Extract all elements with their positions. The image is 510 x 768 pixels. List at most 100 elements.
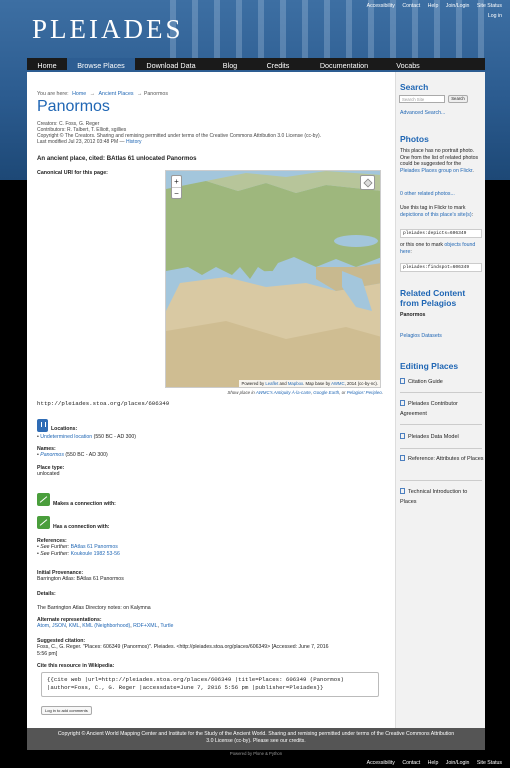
nav-download-data[interactable]: Download Data: [135, 58, 207, 70]
site-status-link[interactable]: Site Status: [477, 3, 502, 9]
canonical-uri[interactable]: http://pleiades.stoa.org/places/606349: [37, 400, 169, 407]
search-button[interactable]: Search: [448, 95, 468, 103]
data-model-link[interactable]: Pleiades Data Model: [400, 433, 484, 443]
references-section: References: • See Further: BAtlas 61 Pan…: [37, 538, 120, 557]
attributes-reference-link[interactable]: Reference: Attributes of Places: [400, 455, 484, 465]
connection-icon: [37, 516, 50, 529]
help-link[interactable]: Help: [428, 3, 439, 9]
nav-home[interactable]: Home: [27, 58, 67, 70]
site-status-link[interactable]: Site Status: [477, 760, 502, 766]
map-basemap: [166, 171, 380, 387]
nav-documentation[interactable]: Documentation: [303, 58, 385, 70]
kml-neighborhood-link[interactable]: KML (Neighborhood): [82, 623, 130, 629]
leaflet-link[interactable]: Leaflet: [265, 381, 278, 386]
site-logo[interactable]: PLEIADES: [32, 14, 184, 45]
nav-credits[interactable]: Credits: [253, 58, 303, 70]
show-place-text: .: [381, 390, 383, 395]
show-place-text: , or: [339, 390, 346, 395]
login-to-comment-button[interactable]: Log in to add comments: [41, 706, 92, 715]
pelagios-datasets-link[interactable]: Pelagios Datasets: [400, 333, 482, 340]
breadcrumb-current: Panormos: [143, 91, 168, 97]
rdf-xml-link[interactable]: RDF+XML: [133, 623, 157, 629]
header-temple-graphic: [170, 0, 490, 60]
edit-item-label: Pleiades Contributor Agreement: [400, 401, 458, 417]
site-footer: Copyright © Ancient World Mapping Center…: [27, 728, 485, 750]
kml-link[interactable]: KML: [69, 623, 80, 629]
contributor-agreement-link[interactable]: Pleiades Contributor Agreement: [400, 400, 484, 419]
nav-vocabs[interactable]: Vocabs: [385, 58, 431, 70]
location-link[interactable]: Undetermined location: [40, 434, 92, 440]
contact-link[interactable]: Contact: [402, 3, 420, 9]
place-map[interactable]: + − Powered by Leaflet and Mapbox. Map b…: [165, 170, 381, 388]
attrib-text: . Map base by: [303, 381, 331, 386]
reference-link[interactable]: Koukoule 1982 53-56: [71, 551, 120, 557]
breadcrumb-prefix: You are here:: [37, 91, 69, 97]
advanced-search-link[interactable]: Advanced Search...: [400, 110, 482, 117]
citation-guide-link[interactable]: Citation Guide: [400, 378, 484, 388]
makes-connection-label: Makes a connection with:: [53, 501, 116, 507]
join-login-link[interactable]: Join/Login: [446, 3, 470, 9]
atom-link[interactable]: Atom: [37, 623, 49, 629]
editing-places-heading: Editing Places: [400, 361, 459, 371]
wikipedia-cite-box[interactable]: {{cite web |url=http://pleiades.stoa.org…: [41, 672, 379, 697]
history-link[interactable]: History: [126, 139, 142, 145]
connection-icon: [37, 493, 50, 506]
help-link[interactable]: Help: [428, 760, 439, 766]
awmc-link[interactable]: AWMC: [331, 381, 344, 386]
alternate-section: Alternate representations: Atom, JSON, K…: [37, 617, 174, 630]
flickr-group-link[interactable]: Pleiades Places group on Flickr: [400, 168, 472, 174]
google-earth-link[interactable]: Google Earth: [313, 390, 339, 395]
wikipedia-cite-line: |author=Foss, C., G. Reger |accessdate=J…: [47, 684, 324, 691]
references-heading: References:: [37, 538, 67, 544]
bottom-links: Accessibility Contact Help Join/Login Si…: [361, 760, 502, 766]
page-title: Panormos: [37, 98, 110, 115]
location-pin-icon: [37, 419, 48, 432]
mapbox-link[interactable]: Mapbox: [288, 381, 303, 386]
findspot-tag-code[interactable]: pleiades:findspot=606349: [400, 263, 482, 272]
photos-description: This place has no portrait photo. One fr…: [400, 148, 479, 167]
related-photos-link[interactable]: 0 other related photos...: [400, 191, 482, 198]
wikipedia-label: Cite this resource in Wikipedia:: [37, 663, 115, 669]
depicts-tag-code[interactable]: pleiades:depicts=606349: [400, 229, 482, 238]
attrib-text: Powered by: [241, 381, 265, 386]
json-link[interactable]: JSON: [52, 623, 66, 629]
locations-label: Locations:: [51, 426, 77, 432]
technical-intro-link[interactable]: Technical Introduction to Places: [400, 488, 484, 507]
breadcrumb-separator: →: [89, 91, 96, 97]
document-icon: [400, 378, 405, 384]
awmc-alacarte-link[interactable]: AWMC's Antiquity À-la-carte: [256, 390, 311, 395]
login-link[interactable]: Log in: [488, 13, 502, 19]
reference-link[interactable]: BAtlas 61 Panormos: [71, 544, 118, 550]
show-place-text: Show place in: [227, 390, 255, 395]
divider: [400, 480, 482, 481]
names-section: Names: • Panormos (550 BC - AD 300): [37, 446, 108, 459]
breadcrumb-ancient-places[interactable]: Ancient Places: [99, 91, 134, 97]
nav-blog[interactable]: Blog: [207, 58, 253, 70]
nav-browse-places[interactable]: Browse Places: [67, 58, 135, 70]
edit-item-label: Technical Introduction to Places: [400, 489, 468, 505]
breadcrumb-home[interactable]: Home: [72, 91, 86, 97]
search-input[interactable]: Search Site: [399, 95, 445, 103]
peripleo-link[interactable]: Pelagios' Peripleo: [347, 390, 382, 395]
attrib-text: , 2014 (cc-by-nc).: [344, 381, 378, 386]
map-zoom-out-button[interactable]: −: [172, 187, 181, 199]
location-range: (550 BC - AD 300): [93, 434, 137, 440]
divider: [400, 392, 482, 393]
citation-text-cont: 5:56 pm]: [37, 650, 58, 657]
place-description: An ancient place, cited: BAtlas 61 unloc…: [37, 155, 197, 162]
join-login-link[interactable]: Join/Login: [446, 760, 470, 766]
turtle-link[interactable]: Turtle: [160, 623, 173, 629]
accessibility-link[interactable]: Accessibility: [367, 760, 395, 766]
document-icon: [400, 488, 405, 494]
name-range: (550 BC - AD 300): [65, 452, 108, 459]
accessibility-link[interactable]: Accessibility: [367, 3, 395, 9]
map-layers-icon[interactable]: [360, 175, 375, 190]
document-icon: [400, 455, 405, 461]
reference-prefix: See Further:: [40, 550, 70, 557]
map-zoom-in-button[interactable]: +: [172, 176, 181, 187]
name-link[interactable]: Panormos: [40, 452, 64, 458]
citation-heading: Suggested citation:: [37, 638, 86, 644]
depictions-link[interactable]: depictions of this place's site(s): [400, 212, 472, 218]
edit-item-label: Reference: Attributes of Places: [408, 456, 484, 462]
contact-link[interactable]: Contact: [402, 760, 420, 766]
